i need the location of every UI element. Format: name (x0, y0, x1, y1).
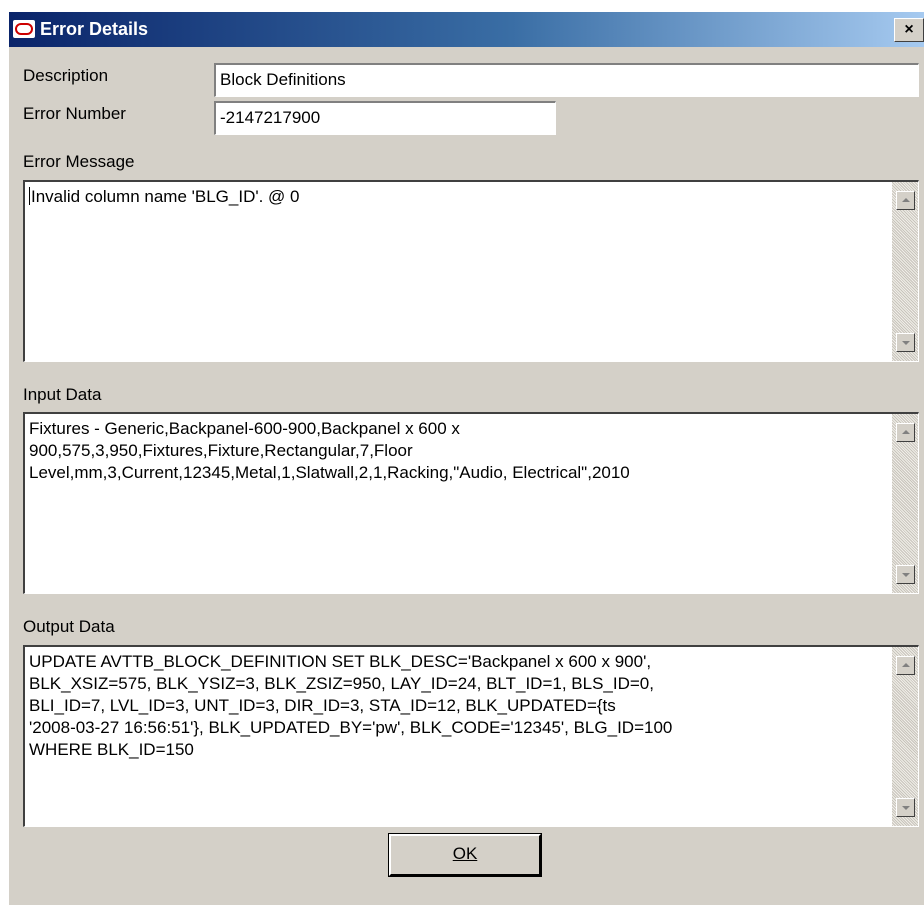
input-data-label: Input Data (23, 385, 102, 404)
scroll-down-icon[interactable] (896, 798, 915, 817)
ok-button-label: OK (452, 844, 478, 863)
description-field[interactable]: Block Definitions (214, 63, 919, 97)
error-details-dialog: Error Details × Description Block Defini… (9, 12, 924, 905)
scroll-up-icon[interactable] (896, 656, 915, 675)
error-message-scrollbar[interactable] (892, 182, 918, 361)
description-label: Description (23, 66, 109, 85)
scroll-up-icon[interactable] (896, 423, 915, 442)
scroll-down-icon[interactable] (896, 565, 915, 584)
input-data-text: Fixtures - Generic,Backpanel-600-900,Bac… (29, 419, 630, 482)
output-data-scrollbar[interactable] (892, 647, 918, 826)
input-data-scrollbar[interactable] (892, 414, 918, 593)
error-message-textarea[interactable]: Invalid column name 'BLG_ID'. @ 0 (23, 180, 919, 362)
ok-button[interactable]: OK (388, 833, 542, 877)
description-value: Block Definitions (220, 70, 346, 89)
output-data-label: Output Data (23, 617, 115, 636)
output-data-textarea[interactable]: UPDATE AVTTB_BLOCK_DEFINITION SET BLK_DE… (23, 645, 919, 827)
window-title: Error Details (40, 19, 149, 39)
close-icon: × (904, 21, 914, 38)
error-number-value: -2147217900 (220, 108, 321, 127)
scroll-up-icon[interactable] (896, 191, 915, 210)
scroll-down-icon[interactable] (896, 333, 915, 352)
title-bar[interactable]: Error Details × (9, 12, 924, 47)
output-data-text: UPDATE AVTTB_BLOCK_DEFINITION SET BLK_DE… (29, 652, 673, 759)
error-message-text: Invalid column name 'BLG_ID'. @ 0 (31, 187, 300, 206)
error-message-label: Error Message (23, 152, 135, 171)
close-button[interactable]: × (894, 18, 924, 42)
text-caret (29, 187, 30, 205)
oracle-logo-icon (13, 20, 35, 38)
input-data-textarea[interactable]: Fixtures - Generic,Backpanel-600-900,Bac… (23, 412, 919, 594)
error-number-field[interactable]: -2147217900 (214, 101, 556, 135)
error-number-label: Error Number (23, 104, 126, 123)
